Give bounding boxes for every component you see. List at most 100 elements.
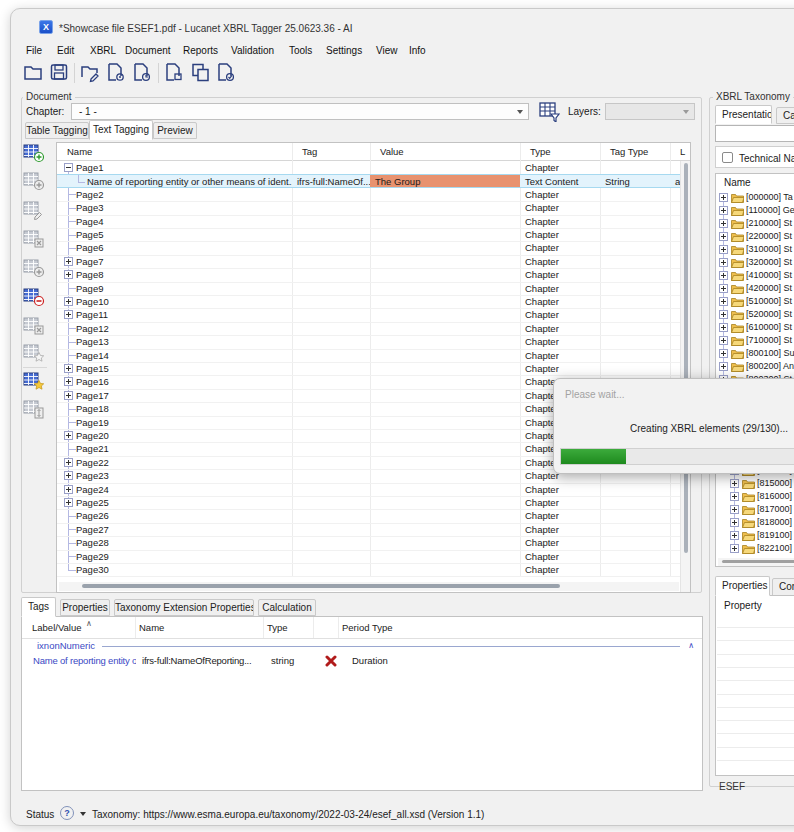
copy-document-icon[interactable] (189, 61, 213, 85)
expander-plus-icon[interactable] (719, 232, 728, 241)
taxonomy-tree-item[interactable]: [817000] No (716, 503, 794, 516)
tab-presentation[interactable]: Presentation (715, 105, 772, 124)
expander-minus-icon[interactable] (64, 163, 73, 172)
tag-label-link[interactable]: Name of reporting entity o... (33, 654, 136, 668)
menu-file[interactable]: File (26, 45, 42, 57)
taxonomy-tree-item[interactable]: [710000] St (716, 334, 794, 347)
taxonomy-tree-item[interactable]: [210000] St (716, 217, 794, 230)
table-row[interactable]: Page13Chapter (57, 335, 681, 348)
chapter-select[interactable]: - 1 - (71, 103, 529, 120)
expander-plus-icon[interactable] (64, 431, 73, 440)
table-row[interactable]: Page4Chapter (57, 215, 681, 228)
table-row[interactable]: Page2Chapter (57, 188, 681, 201)
status-dropdown-caret[interactable] (80, 812, 86, 816)
table-row[interactable]: Page29Chapter (57, 550, 681, 563)
help-icon[interactable]: ? (60, 806, 74, 820)
taxonomy-tree-item[interactable]: [815000] No (716, 477, 794, 490)
expander-plus-icon[interactable] (64, 391, 73, 400)
expander-plus-icon[interactable] (64, 498, 73, 507)
table-row[interactable]: Page28Chapter (57, 536, 681, 549)
taxonomy-horizontal-scrollbar[interactable] (718, 558, 794, 566)
tab-tags[interactable]: Tags (21, 597, 56, 617)
expander-plus-icon[interactable] (64, 257, 73, 266)
taxonomy-tree-item[interactable]: [800200] An (716, 360, 794, 373)
table-row[interactable]: Name of reporting entity or other means … (57, 174, 681, 187)
table-row[interactable]: Page25Chapter (57, 496, 681, 509)
layers-select[interactable] (605, 103, 695, 120)
expander-plus-icon[interactable] (64, 485, 73, 494)
menu-reports[interactable]: Reports (183, 45, 218, 57)
taxonomy-tree-item[interactable]: [822100] No (716, 542, 794, 555)
column-header-value[interactable]: Value (380, 143, 404, 161)
expander-plus-icon[interactable] (719, 349, 728, 358)
table-row[interactable]: Page11Chapter (57, 308, 681, 321)
esef-tab[interactable]: ESEF (719, 781, 745, 792)
taxonomy-tree-item[interactable]: [818000] No (716, 516, 794, 529)
table-row[interactable]: Page7Chapter (57, 255, 681, 268)
table-row[interactable]: Page9Chapter (57, 282, 681, 295)
taxonomy-tree-item[interactable]: [610000] St (716, 321, 794, 334)
column-header-type[interactable]: Type (267, 617, 288, 638)
taxonomy-tree-item[interactable]: [420000] St (716, 282, 794, 295)
taxonomy-tree-item[interactable]: [819100] No (716, 529, 794, 542)
table-row[interactable]: Page1Chapter (57, 161, 681, 174)
taxonomy-tree-item[interactable]: [410000] St (716, 269, 794, 282)
expander-plus-icon[interactable] (719, 219, 728, 228)
expander-plus-icon[interactable] (730, 492, 739, 501)
expander-plus-icon[interactable] (719, 193, 728, 202)
table-row[interactable]: Page26Chapter (57, 509, 681, 522)
expander-plus-icon[interactable] (64, 270, 73, 279)
table-row[interactable]: Page30Chapter (57, 563, 681, 576)
expander-plus-icon[interactable] (64, 458, 73, 467)
column-header-period-type[interactable]: Period Type (342, 617, 393, 638)
favorite-tag-button[interactable] (23, 371, 45, 391)
document-history-icon[interactable] (131, 61, 155, 85)
horizontal-scrollbar[interactable] (59, 582, 679, 591)
column-header-type[interactable]: Type (530, 143, 551, 161)
taxonomy-tree-item[interactable]: [816000] No (716, 490, 794, 503)
table-row[interactable]: Page27Chapter (57, 523, 681, 536)
tab-text-tagging[interactable]: Text Tagging (89, 120, 153, 140)
column-header-tag[interactable]: Tag (302, 143, 317, 161)
column-header-name[interactable]: Name (67, 143, 92, 161)
table-row[interactable]: Page6Chapter (57, 241, 681, 254)
expander-plus-icon[interactable] (64, 297, 73, 306)
expander-plus-icon[interactable] (64, 471, 73, 480)
expander-plus-icon[interactable] (719, 245, 728, 254)
expander-plus-icon[interactable] (719, 206, 728, 215)
table-row[interactable]: Page3Chapter (57, 201, 681, 214)
expander-plus-icon[interactable] (719, 271, 728, 280)
tab-taxonomy-extension-properties[interactable]: Taxonomy Extension Properties (114, 599, 254, 616)
table-row[interactable]: Page5Chapter (57, 228, 681, 241)
tab-table-tagging[interactable]: Table Tagging (25, 122, 89, 139)
menu-view[interactable]: View (376, 45, 398, 57)
tag-row[interactable]: Name of reporting entity o...ifrs-full:N… (22, 654, 702, 668)
taxonomy-tree-item[interactable]: [000000] Ta (716, 191, 794, 204)
tab-preview[interactable]: Preview (153, 122, 197, 139)
add-table-tag-button[interactable] (23, 143, 45, 163)
menu-xbrl[interactable]: XBRL (90, 45, 116, 57)
expander-plus-icon[interactable] (730, 544, 739, 553)
expander-plus-icon[interactable] (730, 479, 739, 488)
taxonomy-search-input[interactable] (715, 125, 794, 142)
expander-plus-icon[interactable] (719, 310, 728, 319)
column-header-label-value[interactable]: Label/Value (32, 617, 81, 638)
menu-info[interactable]: Info (409, 45, 426, 57)
expander-plus-icon[interactable] (64, 377, 73, 386)
collapse-icon[interactable]: ∧ (688, 639, 694, 653)
table-row[interactable]: Page14Chapter (57, 349, 681, 362)
expander-plus-icon[interactable] (64, 364, 73, 373)
tab-calculation[interactable]: Calculation (258, 599, 316, 616)
taxonomy-tree-item[interactable]: [520000] St (716, 308, 794, 321)
tab-calculation[interactable]: Calculation (776, 107, 794, 124)
taxonomy-tree-item[interactable]: [320000] St (716, 256, 794, 269)
expander-plus-icon[interactable] (730, 505, 739, 514)
tab-concept[interactable]: Concept (772, 578, 794, 596)
folder-edit-icon[interactable] (79, 61, 103, 85)
technical-names-checkbox[interactable] (722, 152, 733, 163)
expander-plus-icon[interactable] (719, 284, 728, 293)
table-row[interactable]: Page8Chapter (57, 268, 681, 281)
tab-properties[interactable]: Properties (60, 599, 110, 616)
menu-tools[interactable]: Tools (289, 45, 312, 57)
column-header-name[interactable]: Name (139, 617, 164, 638)
